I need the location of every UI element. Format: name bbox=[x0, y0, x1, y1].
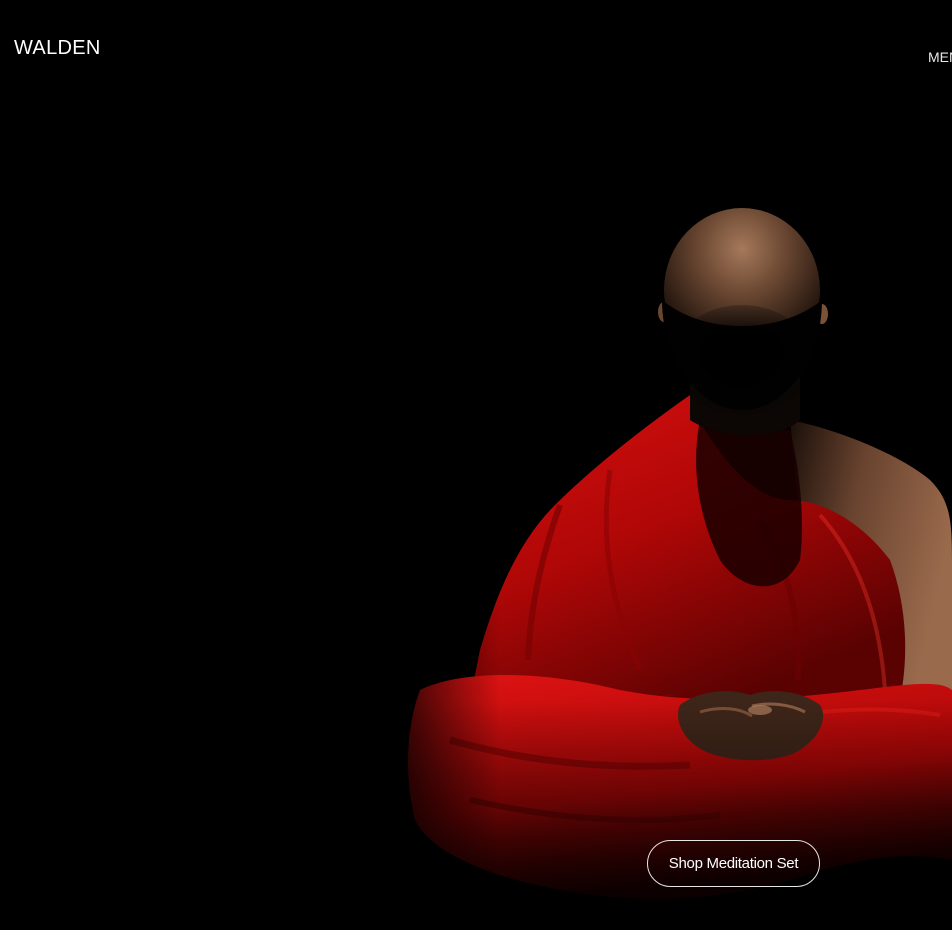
hero-image bbox=[0, 0, 952, 930]
page: WALDEN MENU Shop Meditation Set bbox=[0, 0, 952, 930]
shop-meditation-set-button[interactable]: Shop Meditation Set bbox=[647, 840, 820, 887]
menu-link[interactable]: MENU bbox=[928, 48, 952, 66]
site-logo[interactable]: WALDEN bbox=[14, 36, 101, 60]
